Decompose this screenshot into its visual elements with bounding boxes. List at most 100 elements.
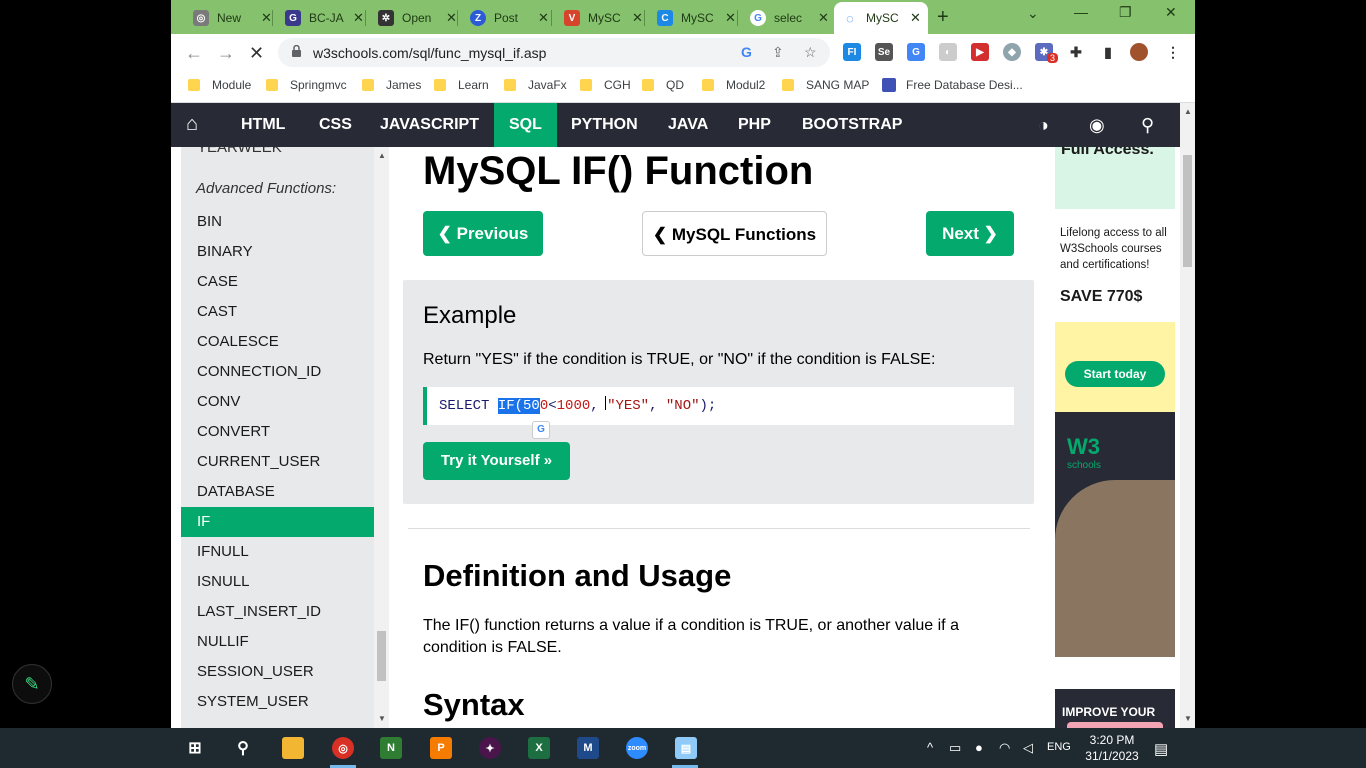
sidebar-item-binary[interactable]: BINARY xyxy=(181,237,374,267)
close-icon[interactable]: ✕ xyxy=(353,10,364,26)
advertisement-2[interactable]: IMPROVE YOUR xyxy=(1055,689,1175,728)
bookmark-3[interactable]: Learn xyxy=(434,78,489,92)
forward-button[interactable]: → xyxy=(217,43,235,64)
bookmark-0[interactable]: Module xyxy=(188,78,251,92)
nav-sql[interactable]: SQL xyxy=(494,103,557,147)
clock[interactable]: 3:20 PM 31/1/2023 xyxy=(1084,732,1140,764)
globe-icon[interactable]: ◉ xyxy=(1089,115,1105,136)
sidebar-item-session-user[interactable]: SESSION_USER xyxy=(181,657,374,687)
excel-icon[interactable]: X xyxy=(528,737,550,759)
chrome-icon[interactable]: ◎ xyxy=(332,737,354,759)
tab-3[interactable]: Z Post ✕ xyxy=(462,4,549,32)
sidebar-item-connection-id[interactable]: CONNECTION_ID xyxy=(181,357,374,387)
previous-button[interactable]: ❮ Previous xyxy=(423,211,543,256)
sidebar-item-current-user[interactable]: CURRENT_USER xyxy=(181,447,374,477)
tab-6[interactable]: G selec ✕ xyxy=(742,4,829,32)
sidebar-item-bin[interactable]: BIN xyxy=(181,207,374,237)
page-scroll-thumb[interactable] xyxy=(1183,155,1192,267)
search-icon[interactable]: ⚲ xyxy=(1141,115,1154,136)
tab-search-chevron-icon[interactable]: ⌄ xyxy=(1027,5,1039,22)
close-icon[interactable]: ✕ xyxy=(910,10,921,26)
sidebar-item-cast[interactable]: CAST xyxy=(181,297,374,327)
close-icon[interactable]: ✕ xyxy=(538,10,549,26)
extension-shield-icon[interactable]: ◆ xyxy=(1003,43,1021,61)
bookmark-6[interactable]: QD xyxy=(642,78,684,92)
nav-css[interactable]: CSS xyxy=(304,103,367,147)
home-icon[interactable]: ⌂ xyxy=(186,113,198,136)
tab-4[interactable]: V MySC ✕ xyxy=(556,4,643,32)
google-translate-popup-icon[interactable]: G xyxy=(532,421,550,439)
bookmark-4[interactable]: JavaFx xyxy=(504,78,567,92)
wifi-icon[interactable]: ◠ xyxy=(999,740,1010,756)
close-icon[interactable]: ✕ xyxy=(632,10,643,26)
avatar[interactable] xyxy=(1130,43,1148,61)
minimize-button[interactable]: — xyxy=(1074,4,1088,20)
zoom-icon[interactable]: zoom xyxy=(626,737,648,759)
sidebar-item-if[interactable]: IF xyxy=(181,507,374,537)
close-icon[interactable]: ✕ xyxy=(261,10,272,26)
page-scrollbar[interactable]: ▲ ▼ xyxy=(1180,103,1195,728)
mysql-functions-button[interactable]: ❮ MySQL Functions xyxy=(642,211,827,256)
bookmark-7[interactable]: Modul2 xyxy=(702,78,765,92)
sidebar-item-ifnull[interactable]: IFNULL xyxy=(181,537,374,567)
nav-python[interactable]: PYTHON xyxy=(556,103,653,147)
bookmark-9[interactable]: Free Database Desi... xyxy=(882,78,1023,92)
sidebar-item-nullif[interactable]: NULLIF xyxy=(181,627,374,657)
close-window-button[interactable]: ✕ xyxy=(1165,4,1177,21)
close-icon[interactable]: ✕ xyxy=(446,10,457,26)
close-icon[interactable]: ✕ xyxy=(818,10,829,26)
pdf-icon[interactable]: P xyxy=(430,737,452,759)
tab-0[interactable]: ◎ New ✕ xyxy=(185,4,272,32)
ad-start-today-button[interactable]: Start today xyxy=(1065,361,1165,387)
stop-button[interactable]: ✕ xyxy=(249,43,264,64)
notification-icon[interactable]: ▤ xyxy=(1154,740,1168,758)
bookmark-5[interactable]: CGH xyxy=(580,78,631,92)
slack-icon[interactable]: ✦ xyxy=(479,737,501,759)
mysql-workbench-icon[interactable]: M xyxy=(577,737,599,759)
advertisement[interactable]: Full Access. Lifelong access to all W3Sc… xyxy=(1055,147,1175,657)
extension-compass-icon[interactable]: ◐ xyxy=(939,43,957,61)
tab-7-active[interactable]: ◌ MySC ✕ xyxy=(834,2,928,34)
tab-5[interactable]: C MySC ✕ xyxy=(649,4,736,32)
share-icon[interactable]: ⇪ xyxy=(772,44,784,61)
sidebar-item-last-insert-id[interactable]: LAST_INSERT_ID xyxy=(181,597,374,627)
bookmark-2[interactable]: James xyxy=(362,78,421,92)
tab-2[interactable]: ✲ Open ✕ xyxy=(370,4,457,32)
google-lens-icon[interactable]: G xyxy=(741,44,752,60)
maximize-button[interactable]: ❐ xyxy=(1119,4,1132,21)
volume-icon[interactable]: ◁ xyxy=(1023,740,1033,756)
sidebar-item-case[interactable]: CASE xyxy=(181,267,374,297)
back-button[interactable]: ← xyxy=(185,43,203,64)
bookmark-1[interactable]: Springmvc xyxy=(266,78,347,92)
nav-php[interactable]: PHP xyxy=(723,103,786,147)
address-bar[interactable]: w3schools.com/sql/func_mysql_if.asp G ⇪ … xyxy=(278,38,830,67)
bookmark-star-icon[interactable]: ☆ xyxy=(804,44,817,61)
microphone-icon[interactable]: ● xyxy=(975,740,983,755)
tab-1[interactable]: G BC-JA ✕ xyxy=(277,4,364,32)
notepad-plus-icon[interactable]: N xyxy=(380,737,402,759)
extension-video-icon[interactable]: ▶ xyxy=(971,43,989,61)
bookmark-8[interactable]: SANG MAP xyxy=(782,78,869,92)
sidebar-scrollbar[interactable]: ▲ ▼ xyxy=(374,147,389,728)
scroll-up-icon[interactable]: ▲ xyxy=(1184,107,1192,116)
pencil-icon[interactable]: ✎ xyxy=(12,664,52,704)
search-icon[interactable]: ⚲ xyxy=(232,737,254,759)
nav-javascript[interactable]: JAVASCRIPT xyxy=(365,103,494,147)
battery-icon[interactable]: ▭ xyxy=(949,740,961,756)
language-indicator[interactable]: ENG xyxy=(1047,741,1071,753)
nav-bootstrap[interactable]: BOOTSTRAP xyxy=(787,103,917,147)
nav-html[interactable]: HTML xyxy=(226,103,300,147)
next-button[interactable]: Next ❯ xyxy=(926,211,1014,256)
sidebar-item-database[interactable]: DATABASE xyxy=(181,477,374,507)
scroll-down-icon[interactable]: ▼ xyxy=(378,714,386,723)
puzzle-icon[interactable]: ✚ xyxy=(1067,43,1085,61)
sidebar-item-system-user[interactable]: SYSTEM_USER xyxy=(181,687,374,717)
nav-java[interactable]: JAVA xyxy=(653,103,723,147)
side-panel-icon[interactable]: ▮ xyxy=(1099,43,1117,61)
sidebar-item-conv[interactable]: CONV xyxy=(181,387,374,417)
menu-icon[interactable]: ⋮ xyxy=(1164,43,1182,61)
notes-icon[interactable]: ▤ xyxy=(675,737,697,759)
scroll-up-icon[interactable]: ▲ xyxy=(378,151,386,160)
close-icon[interactable]: ✕ xyxy=(725,10,736,26)
new-tab-button[interactable]: + xyxy=(937,6,949,29)
